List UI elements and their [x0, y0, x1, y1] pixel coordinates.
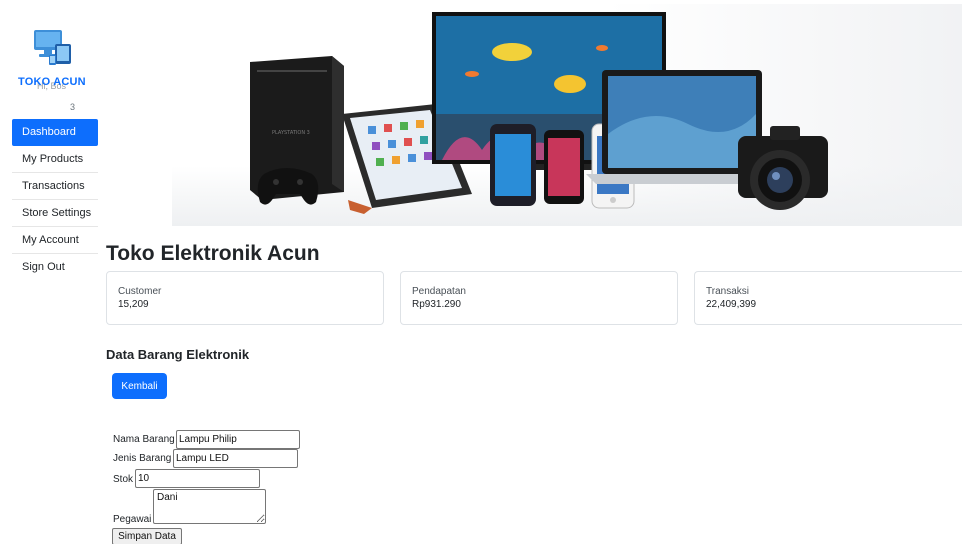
- stat-card-customer: Customer 15,209: [106, 271, 384, 325]
- stat-card-pendapatan: Pendapatan Rp931.290: [400, 271, 678, 325]
- sidebar-item-transactions[interactable]: Transactions: [12, 173, 98, 200]
- sidebar-item-dashboard[interactable]: Dashboard: [12, 119, 98, 146]
- sidebar-item-my-account[interactable]: My Account: [12, 227, 98, 254]
- camera-image: [738, 126, 828, 210]
- stat-value: 15,209: [118, 299, 149, 310]
- sidebar-item-sign-out[interactable]: Sign Out: [12, 254, 98, 281]
- nama-barang-input[interactable]: [176, 430, 300, 449]
- stat-label: Pendapatan: [412, 286, 466, 297]
- jenis-barang-input[interactable]: [173, 449, 298, 468]
- devices-icon: [34, 30, 71, 65]
- pegawai-textarea[interactable]: Dani: [153, 489, 266, 524]
- nama-barang-label: Nama Barang: [113, 434, 175, 445]
- stat-label: Transaksi: [706, 286, 749, 297]
- jenis-barang-label: Jenis Barang: [113, 453, 172, 464]
- stok-label: Stok: [113, 474, 134, 485]
- sidebar-item-store-settings[interactable]: Store Settings: [12, 200, 98, 227]
- stat-label: Customer: [118, 286, 162, 297]
- pegawai-label: Pegawai: [113, 514, 152, 525]
- section-title: Data Barang Elektronik: [106, 347, 250, 362]
- hero-banner: PLAYSTATION 3: [172, 4, 962, 226]
- sidebar-item-my-products[interactable]: My Products: [12, 146, 98, 173]
- sidebar: Hi, Bos TOKO ACUN 3 Dashboard My Product…: [0, 0, 98, 544]
- save-button[interactable]: Simpan Data: [112, 528, 182, 544]
- sidebar-nav: Dashboard My Products Transactions Store…: [12, 119, 98, 281]
- svg-text:PLAYSTATION 3: PLAYSTATION 3: [272, 130, 310, 136]
- game-console-image: PLAYSTATION 3: [250, 56, 344, 205]
- stat-card-transaksi: Transaksi 22,409,399: [694, 271, 962, 325]
- stat-value: Rp931.290: [412, 299, 461, 310]
- stok-input[interactable]: [135, 469, 260, 488]
- stat-value: 22,409,399: [706, 299, 757, 310]
- electronics-banner-image: PLAYSTATION 3: [250, 12, 828, 214]
- brand-name[interactable]: TOKO ACUN: [18, 76, 86, 88]
- back-button[interactable]: Kembali: [112, 373, 167, 399]
- page-title: Toko Elektronik Acun: [106, 242, 320, 265]
- notification-count: 3: [70, 102, 76, 112]
